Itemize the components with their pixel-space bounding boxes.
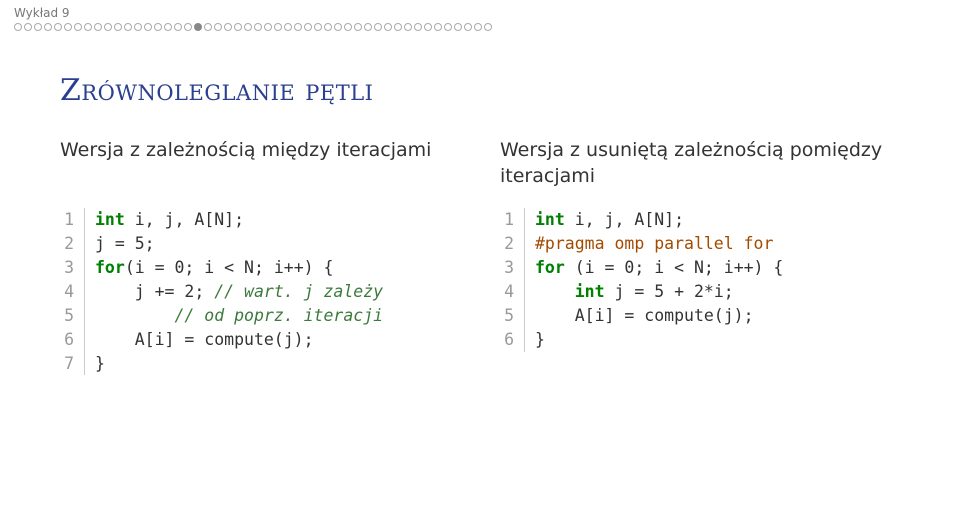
line-number: 3 (60, 256, 74, 280)
progress-dot (44, 23, 52, 31)
content-columns: Wersja z zależnością między iteracjami 1… (0, 138, 960, 375)
code-line: for (i = 0; i < N; i++) { (535, 256, 783, 280)
line-number: 5 (60, 304, 74, 328)
progress-dot (114, 23, 122, 31)
right-code-block: 123456 int i, j, A[N];#pragma omp parall… (500, 208, 900, 352)
progress-dot (164, 23, 172, 31)
progress-dot (364, 23, 372, 31)
progress-dot (14, 23, 22, 31)
line-number: 6 (500, 328, 514, 352)
line-number: 3 (500, 256, 514, 280)
progress-dot (224, 23, 232, 31)
right-description: Wersja z usuniętą zależnością pomiędzy i… (500, 138, 900, 192)
progress-dot (274, 23, 282, 31)
progress-dot (414, 23, 422, 31)
progress-dot (474, 23, 482, 31)
progress-dot (234, 23, 242, 31)
left-line-numbers: 1234567 (60, 208, 85, 375)
code-line: j = 5; (95, 232, 383, 256)
slide-header: Wykład 9 (0, 0, 960, 33)
progress-dot (384, 23, 392, 31)
progress-dot (424, 23, 432, 31)
progress-dot (404, 23, 412, 31)
progress-dot (54, 23, 62, 31)
progress-dot (204, 23, 212, 31)
line-number: 6 (60, 328, 74, 352)
line-number: 2 (500, 232, 514, 256)
code-line: int i, j, A[N]; (535, 208, 783, 232)
progress-dot (214, 23, 222, 31)
right-column: Wersja z usuniętą zależnością pomiędzy i… (500, 138, 900, 375)
progress-dots (14, 23, 946, 31)
code-line: A[i] = compute(j); (535, 304, 783, 328)
progress-dot (354, 23, 362, 31)
right-line-numbers: 123456 (500, 208, 525, 352)
code-line: } (95, 352, 383, 376)
progress-dot (74, 23, 82, 31)
progress-dot (24, 23, 32, 31)
slide: Wykład 9 Zrównoleglanie pętli Wersja z z… (0, 0, 960, 518)
progress-dot (194, 23, 202, 31)
progress-dot (244, 23, 252, 31)
slide-title: Zrównoleglanie pętli (60, 73, 960, 108)
progress-dot (264, 23, 272, 31)
progress-dot (334, 23, 342, 31)
progress-dot (374, 23, 382, 31)
left-code-block: 1234567 int i, j, A[N];j = 5;for(i = 0; … (60, 208, 460, 375)
left-code-lines: int i, j, A[N];j = 5;for(i = 0; i < N; i… (85, 208, 383, 375)
line-number: 1 (60, 208, 74, 232)
progress-dot (84, 23, 92, 31)
progress-dot (394, 23, 402, 31)
progress-dot (444, 23, 452, 31)
code-line: j += 2; // wart. j zależy (95, 280, 383, 304)
line-number: 7 (60, 352, 74, 376)
line-number: 4 (60, 280, 74, 304)
line-number: 5 (500, 304, 514, 328)
progress-dot (184, 23, 192, 31)
line-number: 2 (60, 232, 74, 256)
right-code-lines: int i, j, A[N];#pragma omp parallel forf… (525, 208, 783, 352)
progress-dot (324, 23, 332, 31)
code-line: #pragma omp parallel for (535, 232, 783, 256)
progress-dot (464, 23, 472, 31)
left-description: Wersja z zależnością między iteracjami (60, 138, 460, 192)
progress-dot (254, 23, 262, 31)
progress-dot (94, 23, 102, 31)
progress-dot (304, 23, 312, 31)
line-number: 4 (500, 280, 514, 304)
section-name: Wykład 9 (14, 6, 946, 20)
code-line: } (535, 328, 783, 352)
progress-dot (284, 23, 292, 31)
code-line: int j = 5 + 2*i; (535, 280, 783, 304)
progress-dot (314, 23, 322, 31)
left-column: Wersja z zależnością między iteracjami 1… (60, 138, 460, 375)
line-number: 1 (500, 208, 514, 232)
progress-dot (144, 23, 152, 31)
progress-dot (64, 23, 72, 31)
progress-dot (124, 23, 132, 31)
progress-dot (174, 23, 182, 31)
progress-dot (454, 23, 462, 31)
progress-dot (484, 23, 492, 31)
progress-dot (104, 23, 112, 31)
code-line: // od poprz. iteracji (95, 304, 383, 328)
code-line: A[i] = compute(j); (95, 328, 383, 352)
progress-dot (154, 23, 162, 31)
code-line: int i, j, A[N]; (95, 208, 383, 232)
progress-dot (434, 23, 442, 31)
progress-dot (134, 23, 142, 31)
progress-dot (294, 23, 302, 31)
progress-dot (344, 23, 352, 31)
progress-dot (34, 23, 42, 31)
code-line: for(i = 0; i < N; i++) { (95, 256, 383, 280)
